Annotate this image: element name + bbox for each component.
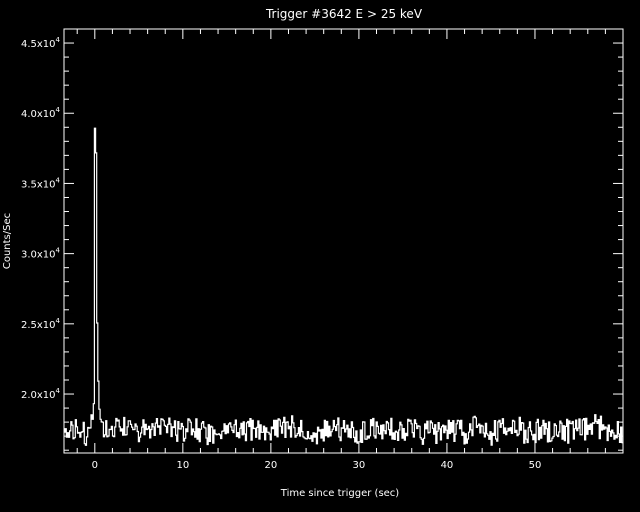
- chart-title: Trigger #3642 E > 25 keV: [265, 7, 423, 21]
- y-tick-label: 2.0x104: [21, 387, 61, 401]
- y-tick-label: 2.5x104: [21, 317, 61, 331]
- y-axis-label: Counts/Sec: [2, 213, 13, 269]
- y-tick-label: 3.5x104: [21, 176, 61, 190]
- x-tick-label: 0: [92, 460, 98, 471]
- x-tick-label: 30: [353, 460, 366, 471]
- x-tick-label: 50: [529, 460, 542, 471]
- x-tick-label: 20: [265, 460, 278, 471]
- chart-background: [0, 0, 640, 512]
- y-tick-label: 3.0x104: [21, 247, 61, 261]
- x-tick-label: 10: [176, 460, 189, 471]
- x-tick-label: 40: [441, 460, 454, 471]
- y-tick-label: 4.5x104: [21, 36, 61, 50]
- y-tick-label: 4.0x104: [21, 106, 61, 120]
- light-curve-chart: Trigger #3642 E > 25 keV 0 10 20 30 40 50 2.0…: [0, 0, 640, 512]
- x-axis-label: Time since trigger (sec): [280, 488, 400, 499]
